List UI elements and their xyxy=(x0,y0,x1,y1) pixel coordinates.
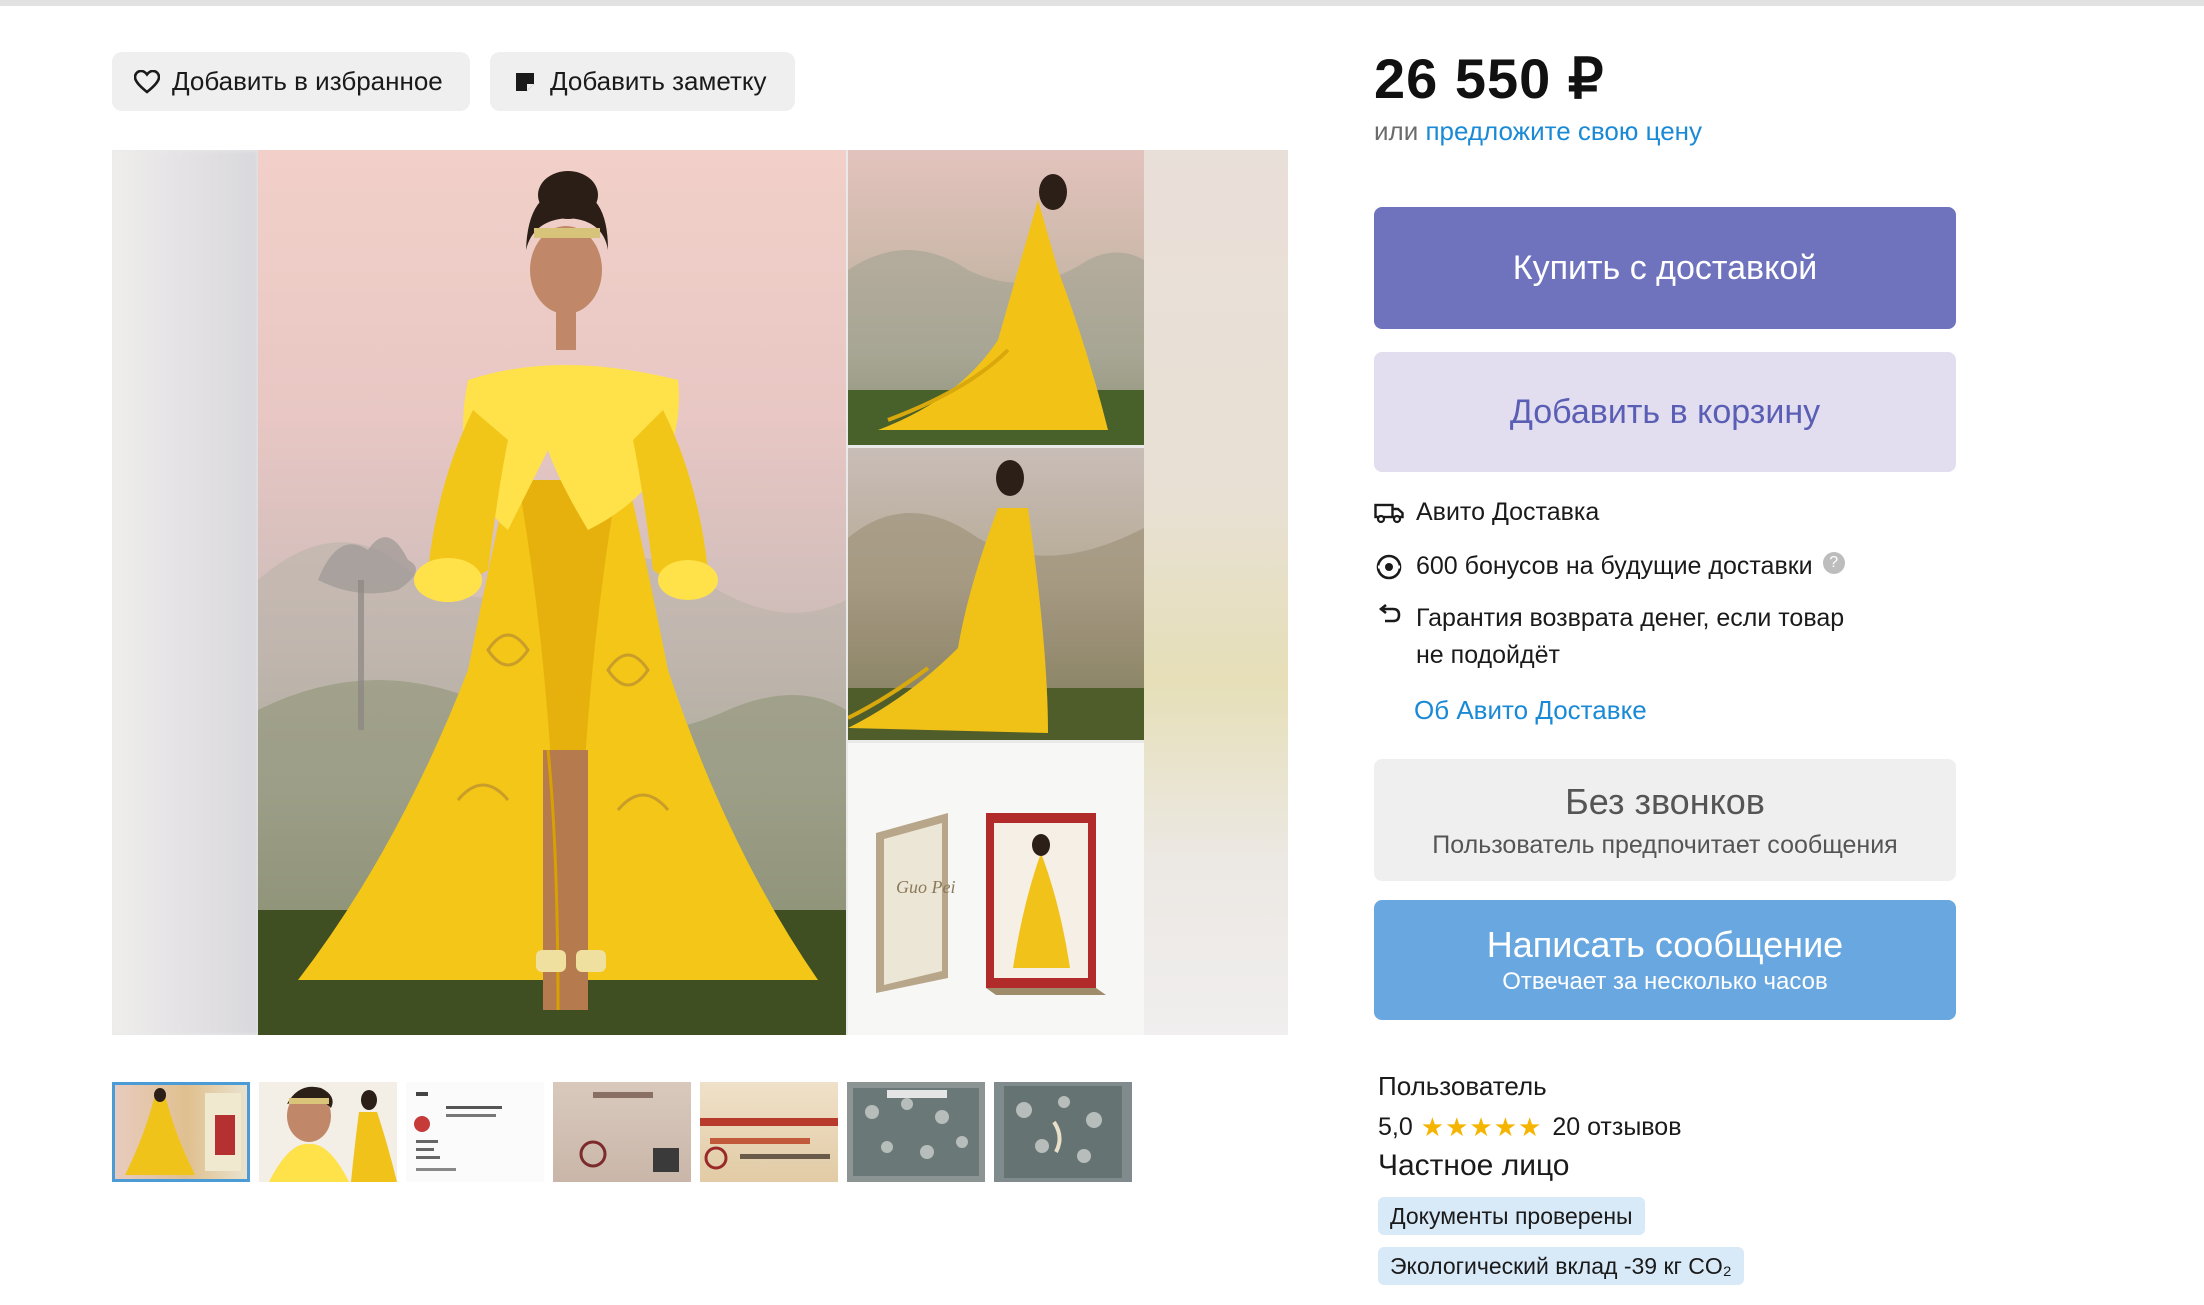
offer-price-link[interactable]: предложите свою цену xyxy=(1425,116,1702,146)
bonus-label: 600 бонусов на будущие доставки xyxy=(1416,552,1813,580)
help-icon[interactable]: ? xyxy=(1822,552,1845,574)
previous-image-preview[interactable] xyxy=(112,150,258,1035)
price-or-text: или xyxy=(1374,116,1419,146)
no-calls-title: Без звонков xyxy=(1565,780,1765,822)
write-message-button[interactable]: Написать сообщение Отвечает за несколько… xyxy=(1374,900,1956,1020)
image-gallery[interactable]: Guo Pei xyxy=(112,150,1288,1035)
side-photo-box: Guo Pei xyxy=(848,743,1144,1035)
eco-contribution-badge[interactable]: Экологический вклад -39 кг CO₂ xyxy=(1378,1247,1744,1285)
truck-icon xyxy=(1374,498,1404,528)
next-image-preview[interactable] xyxy=(1144,150,1288,1035)
add-note-button[interactable]: Добавить заметку xyxy=(490,52,795,111)
thumbnail-2[interactable] xyxy=(259,1082,397,1182)
delivery-service-row: Авито Доставка xyxy=(1374,498,1599,528)
thumbnail-strip xyxy=(112,1082,1141,1182)
delivery-service-label: Авито Доставка xyxy=(1416,498,1600,526)
svg-text:Guo Pei: Guo Pei xyxy=(896,877,955,897)
about-delivery-link[interactable]: Об Авито Доставке xyxy=(1414,695,1647,726)
no-calls-notice: Без звонков Пользователь предпочитает со… xyxy=(1374,759,1956,881)
thumbnail-1[interactable] xyxy=(112,1082,250,1182)
return-icon xyxy=(1374,600,1404,630)
guarantee-line-2: не подойдёт xyxy=(1416,641,1560,669)
thumbnail-4[interactable] xyxy=(553,1082,691,1182)
bonus-icon xyxy=(1374,552,1404,582)
side-photo-middle xyxy=(848,448,1144,740)
bonus-row: 600 бонусов на будущие доставки ? xyxy=(1374,552,1845,582)
add-to-favorites-label: Добавить в избранное xyxy=(172,66,443,96)
guarantee-row: Гарантия возврата денег, если товар не п… xyxy=(1374,600,1844,674)
guarantee-text: Гарантия возврата денег, если товар не п… xyxy=(1416,600,1844,674)
seller-type: Частное лицо xyxy=(1378,1149,1570,1182)
thumbnail-3[interactable] xyxy=(406,1082,544,1182)
add-to-cart-label: Добавить в корзину xyxy=(1509,392,1821,431)
write-message-label: Написать сообщение xyxy=(1486,924,1844,965)
price-offer-line: или предложите свою цену xyxy=(1374,116,1702,147)
documents-verified-badge: Документы проверены xyxy=(1378,1197,1645,1235)
heart-icon xyxy=(132,67,162,97)
add-to-favorites-button[interactable]: Добавить в избранное xyxy=(112,52,470,111)
buy-with-delivery-button[interactable]: Купить с доставкой xyxy=(1374,207,1956,329)
seller-rating: 5,0 ★★★★★ 20 отзывов xyxy=(1378,1112,1682,1143)
buy-with-delivery-label: Купить с доставкой xyxy=(1512,248,1818,287)
no-calls-subtitle: Пользователь предпочитает сообщения xyxy=(1432,830,1898,859)
thumbnail-6[interactable] xyxy=(847,1082,985,1182)
response-time-label: Отвечает за несколько часов xyxy=(1502,968,1828,995)
rating-value: 5,0 xyxy=(1378,1113,1413,1141)
thumbnail-5[interactable] xyxy=(700,1082,838,1182)
thumbnail-7[interactable] xyxy=(994,1082,1132,1182)
title-fragment xyxy=(230,0,710,8)
main-product-photo xyxy=(258,150,846,1035)
price: 26 550 ₽ xyxy=(1374,47,1605,110)
side-photo-top xyxy=(848,150,1144,445)
note-icon xyxy=(510,67,540,97)
guarantee-line-1: Гарантия возврата денег, если товар xyxy=(1416,604,1845,632)
seller-name[interactable]: Пользователь xyxy=(1378,1071,1547,1102)
add-note-label: Добавить заметку xyxy=(550,66,767,96)
add-to-cart-button[interactable]: Добавить в корзину xyxy=(1374,352,1956,472)
star-icon: ★★★★★ xyxy=(1420,1112,1543,1142)
reviews-link[interactable]: 20 отзывов xyxy=(1552,1113,1681,1142)
